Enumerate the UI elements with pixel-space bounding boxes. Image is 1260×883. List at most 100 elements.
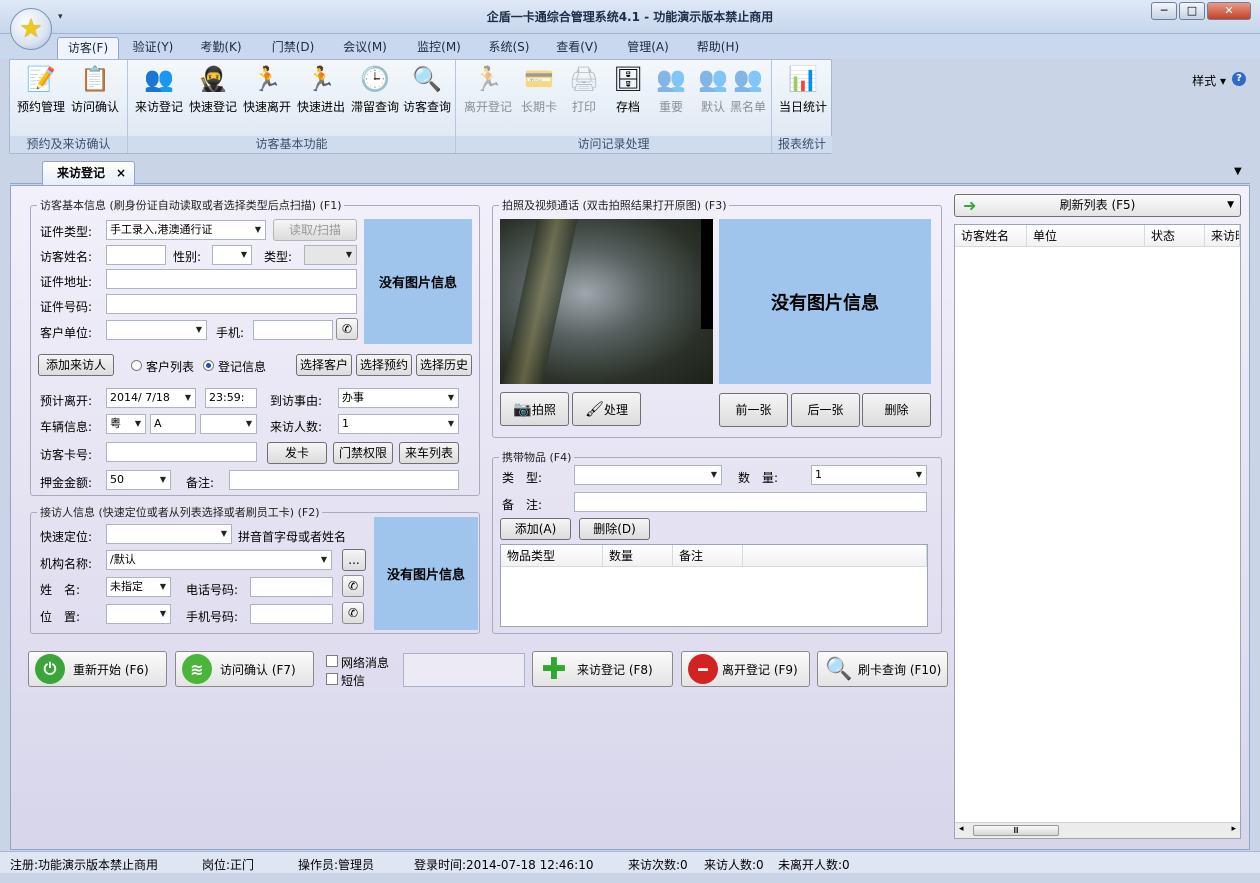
visitor-count-select[interactable]: 1 — [338, 414, 459, 434]
leave-register-button[interactable]: 🏃 离开登记 — [460, 62, 516, 122]
delete-item-button[interactable]: 删除(D) — [579, 518, 650, 540]
visit-reason-select[interactable]: 办事 — [338, 388, 459, 408]
item-type-select[interactable] — [574, 465, 722, 485]
close-tab-icon[interactable]: × — [116, 162, 126, 184]
issue-card-button[interactable]: 发卡 — [267, 442, 327, 464]
list-col-visit-time[interactable]: 来访时 — [1205, 225, 1240, 247]
leave-time-input[interactable]: 23:59: — [205, 388, 257, 408]
tab-list-dropdown-icon[interactable]: ▼ — [1234, 166, 1242, 177]
scroll-left-icon[interactable]: ◂ — [959, 824, 964, 834]
phone-icon[interactable]: ✆ — [336, 318, 358, 340]
item-qty-select[interactable]: 1 — [811, 465, 927, 485]
gender-select[interactable] — [212, 245, 252, 265]
tab-monitor[interactable]: 监控(M) — [408, 37, 470, 59]
org-name-select[interactable]: /默认 — [106, 550, 332, 570]
org-browse-button[interactable]: ... — [342, 549, 366, 571]
quick-locate-select[interactable] — [106, 524, 232, 544]
host-phone-input[interactable] — [250, 577, 333, 597]
minimize-button[interactable]: ─ — [1151, 2, 1177, 20]
take-photo-button[interactable]: 📷拍照 — [500, 392, 569, 426]
deposit-select[interactable]: 50 — [106, 470, 171, 490]
visitor-query-button[interactable]: 🔍 访客查询 — [400, 62, 454, 122]
select-history-button[interactable]: 选择历史 — [416, 354, 472, 376]
next-photo-button[interactable]: 后一张 — [791, 393, 860, 427]
swipe-query-button[interactable]: 🔍 刷卡查询 (F10) — [817, 651, 948, 687]
camera-video-feed[interactable] — [500, 219, 713, 384]
close-button[interactable]: ✕ — [1207, 2, 1251, 20]
network-message-checkbox[interactable] — [326, 655, 338, 667]
reservation-button[interactable]: 📝 预约管理 — [14, 62, 68, 122]
quick-access-dropdown-icon[interactable]: ▾ — [58, 12, 63, 22]
print-button[interactable]: 🖨 打印 — [562, 62, 606, 122]
tab-verify[interactable]: 验证(Y) — [124, 37, 182, 59]
style-menu[interactable]: 样式 ▾ — [1192, 72, 1226, 89]
id-address-input[interactable] — [106, 269, 357, 289]
tab-access[interactable]: 门禁(D) — [262, 37, 324, 59]
items-col-type[interactable]: 物品类型 — [501, 545, 603, 567]
door-rights-button[interactable]: 门禁权限 — [333, 442, 393, 464]
visitor-list-table[interactable]: 访客姓名 单位 状态 来访时 ◂ Ⅲ ▸ — [954, 224, 1241, 839]
list-col-name[interactable]: 访客姓名 — [955, 225, 1027, 247]
quick-leave-button[interactable]: 🏃 快速离开 — [240, 62, 294, 122]
tab-visitor[interactable]: 访客(F) — [57, 37, 119, 59]
host-name-select[interactable]: 未指定 — [106, 577, 171, 597]
tab-meeting[interactable]: 会议(M) — [334, 37, 396, 59]
id-type-select[interactable]: 手工录入,港澳通行证 — [106, 220, 266, 240]
leave-register-action-button[interactable]: ━ 离开登记 (F9) — [681, 651, 810, 687]
quick-register-button[interactable]: 🥷 快速登记 — [186, 62, 240, 122]
list-col-status[interactable]: 状态 — [1145, 225, 1205, 247]
message-box[interactable] — [403, 653, 525, 687]
read-scan-button[interactable]: 读取/扫描 — [273, 219, 357, 241]
stay-query-button[interactable]: 🕒 滞留查询 — [348, 62, 402, 122]
visit-register-action-button[interactable]: ✚ 来访登记 (F8) — [532, 651, 673, 687]
horizontal-scrollbar[interactable]: ◂ Ⅲ ▸ — [955, 822, 1240, 838]
register-info-radio[interactable] — [203, 360, 214, 371]
customer-list-radio[interactable] — [131, 360, 142, 371]
leave-date-select[interactable]: 2014/ 7/18 — [106, 388, 196, 408]
mobile-input[interactable] — [253, 320, 333, 340]
list-col-company[interactable]: 单位 — [1027, 225, 1145, 247]
app-menu-orb-icon[interactable]: ★ — [10, 8, 52, 50]
prev-photo-button[interactable]: 前一张 — [719, 393, 788, 427]
long-term-card-button[interactable]: 💳 长期卡 — [516, 62, 562, 122]
refresh-list-button[interactable]: ➜ 刷新列表 (F5) ▼ — [954, 194, 1241, 217]
tab-system[interactable]: 系统(S) — [480, 37, 538, 59]
tab-attendance[interactable]: 考勤(K) — [192, 37, 250, 59]
id-number-input[interactable] — [106, 294, 357, 314]
refresh-dropdown-icon[interactable]: ▼ — [1227, 195, 1234, 216]
vehicle-province-select[interactable]: 粤 — [106, 414, 146, 434]
item-remark-input[interactable] — [574, 492, 927, 512]
items-col-remark[interactable]: 备注 — [673, 545, 743, 567]
blacklist-button[interactable]: 👥 黑名单 — [726, 62, 770, 122]
add-visitor-button[interactable]: 添加来访人 — [38, 354, 114, 376]
tab-manage[interactable]: 管理(A) — [618, 37, 678, 59]
scroll-right-icon[interactable]: ▸ — [1231, 824, 1236, 834]
host-position-select[interactable] — [106, 604, 171, 624]
important-button[interactable]: 👥 重要 — [650, 62, 692, 122]
items-table[interactable]: 物品类型 数量 备注 — [500, 544, 928, 627]
add-item-button[interactable]: 添加(A) — [500, 518, 571, 540]
quick-inout-button[interactable]: 🏃 快速进出 — [294, 62, 348, 122]
scroll-thumb[interactable]: Ⅲ — [973, 825, 1059, 836]
visit-confirm-button[interactable]: 📋 访问确认 — [68, 62, 122, 122]
tab-view[interactable]: 查看(V) — [548, 37, 606, 59]
host-mobile-input[interactable] — [250, 604, 333, 624]
remark-input[interactable] — [229, 470, 459, 490]
vehicle-letter-input[interactable]: A — [150, 414, 196, 434]
archive-button[interactable]: 🗄 存档 — [606, 62, 650, 122]
visitor-card-input[interactable] — [106, 442, 257, 462]
visitor-type-select[interactable] — [304, 245, 357, 265]
tab-help[interactable]: 帮助(H) — [688, 37, 748, 59]
delete-photo-button[interactable]: 删除 — [862, 393, 931, 427]
visit-register-button[interactable]: 👥 来访登记 — [132, 62, 186, 122]
select-customer-button[interactable]: 选择客户 — [296, 354, 352, 376]
daily-stat-button[interactable]: 📊 当日统计 — [776, 62, 830, 122]
visitor-name-input[interactable] — [106, 245, 166, 265]
help-icon[interactable]: ? — [1232, 72, 1246, 86]
customer-company-select[interactable] — [106, 320, 207, 340]
process-photo-button[interactable]: 🖌处理 — [572, 392, 641, 426]
tab-visit-register[interactable]: 来访登记 × — [42, 161, 135, 185]
maximize-button[interactable]: □ — [1179, 2, 1205, 20]
visit-confirm-action-button[interactable]: ≋ 访问确认 (F7) — [175, 651, 314, 687]
select-reservation-button[interactable]: 选择预约 — [356, 354, 412, 376]
